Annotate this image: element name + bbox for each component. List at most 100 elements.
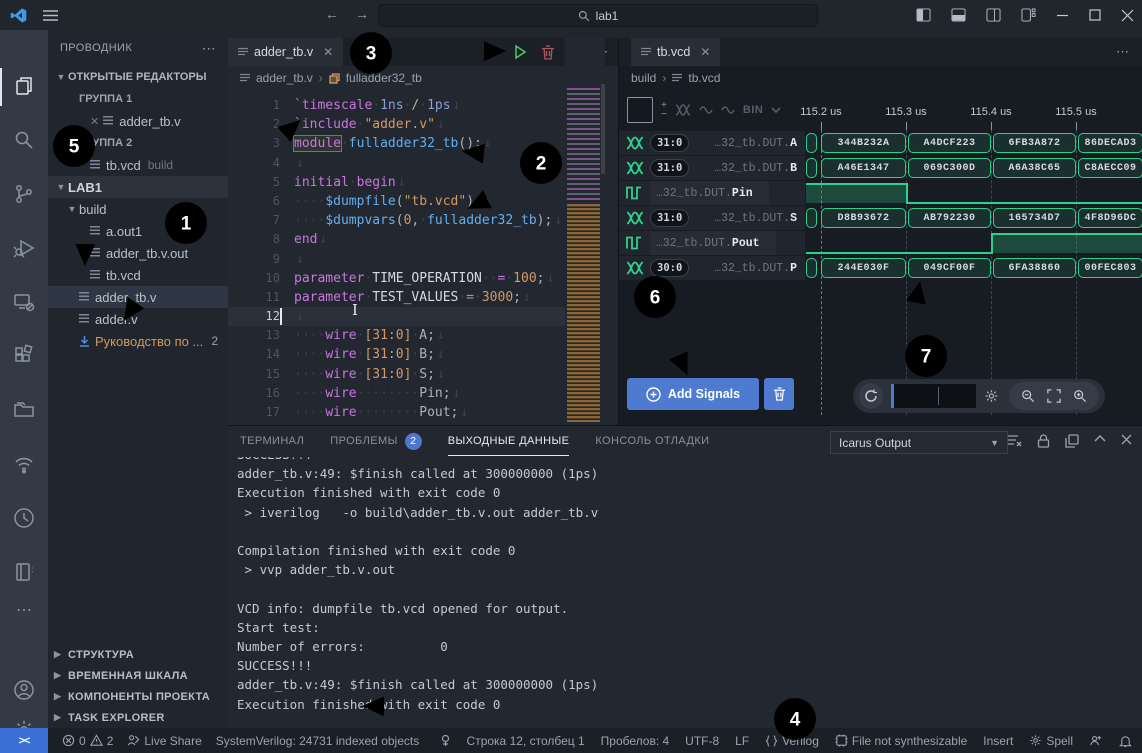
language-mode-status[interactable]: Verilog <box>765 734 819 748</box>
status-bar: >< 0 2 Live Share SystemVerilog: 24731 i… <box>0 728 1142 753</box>
cursor-position-status[interactable]: Строка 12, столбец 1 <box>467 734 585 748</box>
lock-icon[interactable] <box>1037 434 1050 448</box>
open-in-editor-icon[interactable] <box>1065 434 1079 448</box>
tree-item--...[interactable]: Руководство по ...2 <box>48 330 228 352</box>
zoom-in-icon[interactable] <box>1073 389 1087 403</box>
toggle-secondary-sidebar-icon[interactable] <box>986 8 1001 22</box>
nav-back-icon[interactable]: ← <box>325 6 339 22</box>
sidebar-section-структура[interactable]: ▶СТРУКТУРА <box>48 644 228 665</box>
code-editor[interactable]: 1`timescale·1ns·/·1ps↓2`include·"adder.v… <box>228 92 565 429</box>
wave-more-icon[interactable]: ⋯ <box>1116 44 1142 60</box>
tree-item-adder_tb.v[interactable]: ✕adder_tb.v <box>48 110 228 132</box>
radix-select[interactable]: BIN <box>743 104 763 116</box>
problems-status[interactable]: 0 2 <box>62 734 113 748</box>
zoom-out-mini-button[interactable]: − <box>661 110 667 119</box>
breadcrumb-folder[interactable]: build <box>631 71 656 85</box>
breadcrumb-file[interactable]: adder_tb.v <box>256 71 313 85</box>
search-sidebar-icon[interactable] <box>0 120 48 160</box>
breadcrumb-symbol[interactable]: fulladder32_tb <box>346 71 422 85</box>
refresh-button[interactable] <box>859 383 883 409</box>
explorer-more-icon[interactable]: ⋯ <box>202 40 216 57</box>
sidebar-section-компоненты-проекта[interactable]: ▶КОМПОНЕНТЫ ПРОЕКТА <box>48 686 228 707</box>
wave-settings-gear-icon[interactable] <box>984 388 999 404</box>
toggle-panel-icon[interactable] <box>951 8 966 22</box>
bus-format-icon[interactable] <box>675 104 691 116</box>
sidebar-section-временная-шкала[interactable]: ▶ВРЕМЕННАЯ ШКАЛА <box>48 665 228 686</box>
add-signals-button[interactable]: Add Signals <box>627 378 759 410</box>
tree-item-tb.vcd[interactable]: tb.vcdbuild <box>48 154 228 176</box>
tree-item-tb.vcd[interactable]: tb.vcd <box>48 264 228 286</box>
extensions-icon[interactable] <box>0 336 48 376</box>
tree-item-lab1[interactable]: ▼LAB1 <box>48 176 228 198</box>
analog-wave2-icon[interactable] <box>721 105 735 115</box>
source-control-icon[interactable] <box>0 174 48 214</box>
encoding-status[interactable]: UTF-8 <box>685 734 719 748</box>
color-swatch[interactable] <box>627 97 653 123</box>
panel-tab-терминал[interactable]: ТЕРМИНАЛ <box>240 426 304 456</box>
run-play-icon[interactable] <box>512 44 528 60</box>
tree-item--2[interactable]: ГРУППА 2 <box>48 132 228 154</box>
trash-icon[interactable] <box>541 45 555 60</box>
notifications-bell-icon[interactable] <box>1119 734 1132 748</box>
feedback-icon[interactable] <box>1089 734 1103 747</box>
notebook-icon[interactable] <box>0 552 48 592</box>
bus-value-cell: 4F8D96DC <box>1078 208 1142 228</box>
port-icon[interactable] <box>440 734 451 747</box>
panel-tab-консоль-отладки[interactable]: КОНСОЛЬ ОТЛАДКИ <box>595 426 709 456</box>
sidebar-section-task-explorer[interactable]: ▶TASK EXPLORER <box>48 707 228 728</box>
tree-item-adder_tb.v.out[interactable]: adder_tb.v.out <box>48 242 228 264</box>
wifi-signal-icon[interactable] <box>0 444 48 484</box>
tree-item--1[interactable]: ГРУППА 1 <box>48 88 228 110</box>
spell-status[interactable]: Spell <box>1029 734 1073 748</box>
remote-explorer-icon[interactable] <box>0 282 48 322</box>
insert-mode-status[interactable]: Insert <box>983 734 1013 748</box>
remote-indicator[interactable]: >< <box>0 728 48 753</box>
editor-scrollbar-thumb[interactable] <box>601 84 605 174</box>
close-icon[interactable]: ✕ <box>90 115 99 128</box>
tab-adder-tb[interactable]: adder_tb.v ✕ <box>228 38 343 66</box>
output-channel-dropdown[interactable]: Icarus Output ▼ <box>830 431 1008 454</box>
minimap[interactable] <box>565 38 605 425</box>
close-panel-icon[interactable] <box>1121 434 1132 445</box>
tree-item-adder_tb.v[interactable]: adder_tb.v <box>48 286 228 308</box>
tab-close-icon[interactable]: ✕ <box>323 45 333 59</box>
tree-item--[interactable]: ▼ОТКРЫТЫЕ РЕДАКТОРЫ <box>48 66 228 88</box>
nav-forward-icon[interactable]: → <box>355 6 369 22</box>
chevron-down-icon[interactable] <box>771 107 781 113</box>
tree-item-build[interactable]: ▼build <box>48 198 228 220</box>
clear-output-icon[interactable] <box>1007 434 1022 447</box>
versions-clock-icon[interactable] <box>0 498 48 538</box>
explorer-icon[interactable] <box>0 66 48 106</box>
more-actions-icon[interactable]: ⋯ <box>0 590 48 630</box>
tab-tb-vcd[interactable]: tb.vcd ✕ <box>631 38 720 66</box>
window-close-icon[interactable] <box>1121 9 1134 22</box>
time-range-input[interactable] <box>891 384 976 408</box>
zoom-out-icon[interactable] <box>1021 389 1035 403</box>
tab-close-icon[interactable]: ✕ <box>700 45 710 59</box>
tree-item-a.out1[interactable]: a.out1 <box>48 220 228 242</box>
indexer-status[interactable]: SystemVerilog: 24731 indexed objects <box>216 734 419 748</box>
panel-tab-выходные-данные[interactable]: ВЫХОДНЫЕ ДАННЫЕ <box>448 426 570 456</box>
command-search-box[interactable]: lab1 <box>378 4 818 27</box>
synthesizable-status[interactable]: File not synthesizable <box>835 734 967 748</box>
wave-delete-button[interactable] <box>764 378 794 410</box>
menu-hamburger-icon[interactable] <box>43 9 58 22</box>
zoom-fit-icon[interactable] <box>1047 389 1061 403</box>
window-minimize-icon[interactable] <box>1056 9 1069 22</box>
breadcrumb-file[interactable]: tb.vcd <box>688 71 720 85</box>
indentation-status[interactable]: Пробелов: 4 <box>601 734 670 748</box>
toggle-sidebar-icon[interactable] <box>916 8 931 22</box>
eol-status[interactable]: LF <box>735 734 749 748</box>
account-icon[interactable] <box>0 670 48 710</box>
live-share-status[interactable]: Live Share <box>127 734 201 748</box>
run-debug-icon[interactable] <box>0 228 48 268</box>
window-maximize-icon[interactable] <box>1089 9 1101 21</box>
terminal-output[interactable]: SUCCESS!!!adder_tb.v:49: $finish called … <box>237 457 1127 723</box>
mouse-ibeam-cursor: I <box>352 301 358 319</box>
maximize-panel-icon[interactable] <box>1094 434 1106 442</box>
customize-layout-icon[interactable] <box>1021 8 1036 22</box>
tree-item-adder.v[interactable]: adder.v <box>48 308 228 330</box>
analog-wave-icon[interactable] <box>699 105 713 115</box>
folder-view-icon[interactable] <box>0 390 48 430</box>
panel-tab-проблемы[interactable]: ПРОБЛЕМЫ2 <box>330 426 421 456</box>
